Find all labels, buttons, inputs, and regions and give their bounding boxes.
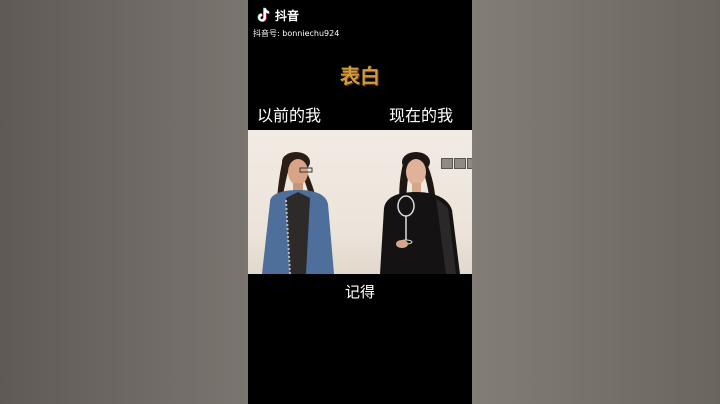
tiktok-note-icon (257, 7, 270, 23)
subtitle-caption: 记得 (344, 283, 375, 301)
label-left: 以前的我 (257, 106, 322, 125)
app-name: 抖音 (275, 8, 300, 23)
user-id: 抖音号: bonniechu924 (253, 29, 340, 38)
label-right: 现在的我 (389, 106, 454, 125)
app-watermark: 抖音 (254, 6, 299, 24)
person-right (380, 152, 460, 274)
video-frame[interactable]: 抖音 抖音号: bonniechu924 表白 以前的我 现在的我 记得 (248, 0, 472, 404)
video-scene (248, 130, 472, 274)
blurred-background-left (0, 0, 248, 404)
video-title: 表白 (340, 64, 380, 88)
person-left (262, 152, 334, 274)
blurred-background-right (472, 0, 720, 404)
